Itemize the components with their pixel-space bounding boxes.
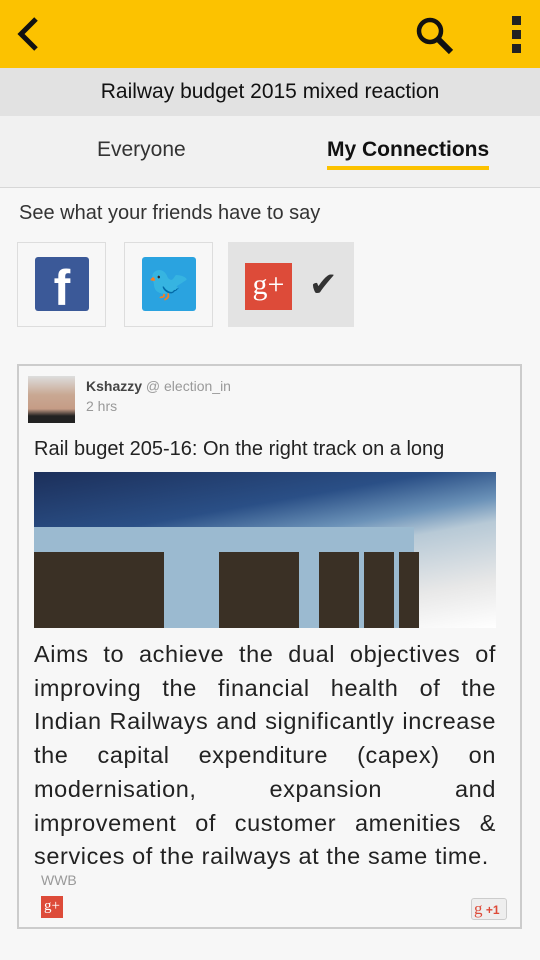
post-headline[interactable]: Rail buget 205-16: On the right track on…	[34, 438, 444, 461]
post-source: WWB	[41, 872, 77, 888]
facebook-button[interactable]: f	[17, 242, 106, 327]
tab-everyone[interactable]: Everyone	[97, 116, 186, 188]
google-plus-button[interactable]: g+ ✔	[228, 242, 354, 327]
back-button[interactable]	[14, 16, 44, 52]
overflow-menu-button[interactable]	[508, 16, 524, 54]
post-image[interactable]	[34, 472, 496, 628]
post-body: Aims to achieve the dual objectives of i…	[34, 641, 496, 870]
post-card: Kshazzy @ election_in 2 hrs Rail buget 2…	[17, 364, 522, 929]
twitter-icon: 🐦	[142, 257, 196, 311]
search-icon	[416, 17, 454, 55]
page-title: Railway budget 2015 mixed reaction	[0, 68, 540, 116]
tab-my-connections[interactable]: My Connections	[327, 116, 490, 188]
google-plus-source-icon: g+	[41, 896, 63, 918]
google-icon: g	[474, 899, 483, 918]
plus-one-label: +1	[485, 903, 500, 917]
post-time: 2 hrs	[86, 398, 118, 414]
twitter-button[interactable]: 🐦	[124, 242, 213, 327]
tab-bar: Everyone My Connections	[0, 116, 540, 188]
author-handle: @ election_in	[145, 378, 231, 394]
plus-one-button[interactable]: g +1	[471, 898, 507, 920]
friends-prompt: See what your friends have to say	[19, 202, 321, 224]
google-plus-icon: g+	[245, 263, 292, 310]
chevron-left-icon	[17, 17, 38, 51]
avatar[interactable]	[28, 376, 75, 423]
check-icon: ✔	[309, 266, 338, 304]
author-name: Kshazzy	[86, 378, 143, 394]
app-bar	[0, 0, 540, 68]
post-author: Kshazzy @ election_in	[86, 378, 231, 394]
facebook-icon: f	[35, 257, 89, 316]
search-button[interactable]	[414, 16, 456, 56]
